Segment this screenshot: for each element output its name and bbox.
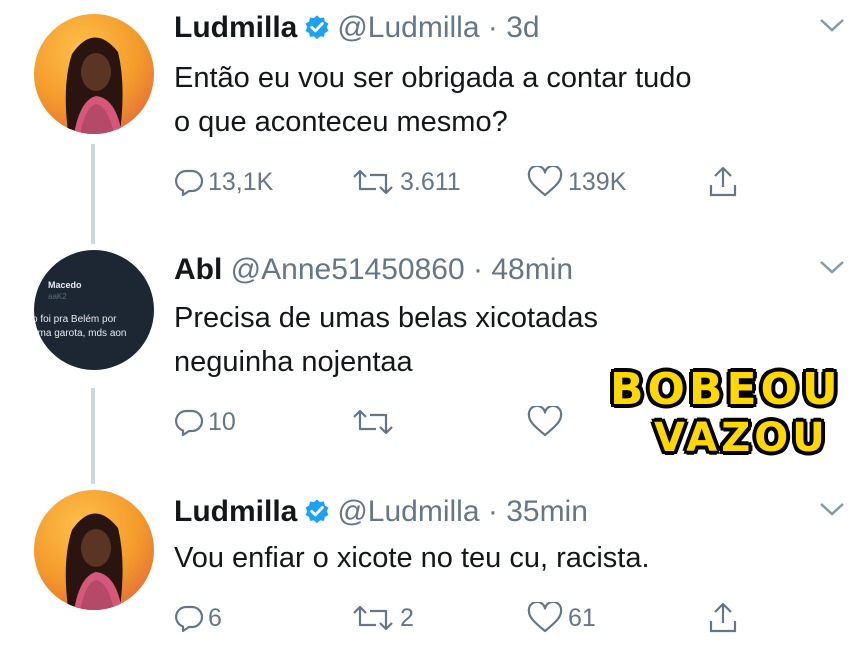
like-button[interactable]: 61 <box>526 598 596 638</box>
author-handle[interactable]: @Ludmilla <box>337 495 479 528</box>
retweet-button[interactable]: 2 <box>350 598 414 638</box>
avatar-caption: Macedo <box>48 280 82 290</box>
reply-count: 6 <box>208 603 222 632</box>
author-name[interactable]: Abl <box>174 253 222 286</box>
retweet-count: 2 <box>400 603 414 632</box>
author-name[interactable]: Ludmilla <box>174 11 297 44</box>
tweet-text-line: Precisa de umas belas xicotadas <box>174 302 598 334</box>
thread-connector <box>91 144 95 244</box>
tweet-time[interactable]: · 3d <box>488 11 540 44</box>
tweet-text-line: o que aconteceu mesmo? <box>174 106 508 138</box>
like-icon <box>526 406 568 438</box>
tweet-text-line: Vou enfiar o xicote no teu cu, racista. <box>174 542 650 574</box>
like-icon <box>526 166 568 198</box>
reply-button[interactable]: 13,1K <box>174 162 273 202</box>
avatar-ludmilla[interactable] <box>34 14 154 134</box>
stamp-line-1: BOBEOU <box>610 364 842 415</box>
reply-icon <box>174 407 208 437</box>
share-icon <box>706 165 744 199</box>
author-name[interactable]: Ludmilla <box>174 495 297 528</box>
retweet-icon <box>350 167 400 197</box>
avatar-caption: aaK2 <box>48 292 67 301</box>
avatar-abl[interactable]: Macedo aaK2 o foi pra Belém por uma garo… <box>34 250 154 370</box>
reply-icon <box>174 167 208 197</box>
like-button[interactable]: 139K <box>526 162 626 202</box>
like-button[interactable] <box>526 402 568 442</box>
tweet-time[interactable]: · 35min <box>488 495 588 528</box>
chevron-down-icon[interactable] <box>818 500 846 523</box>
retweet-icon <box>350 407 400 437</box>
tweet-3[interactable]: Ludmilla @Ludmilla · 35min Vou enfiar o x… <box>0 480 868 647</box>
tweet-1[interactable]: Ludmilla @Ludmilla · 3d Então eu vou ser … <box>0 0 868 210</box>
like-count: 139K <box>568 167 627 196</box>
share-icon <box>706 601 744 635</box>
tweet-time[interactable]: · 48min <box>473 253 573 286</box>
tweet-header: Ludmilla @Ludmilla · 3d <box>174 8 540 48</box>
tweet-text: Precisa de umas belas xicotadas neguinha… <box>174 296 598 384</box>
like-count: 61 <box>568 603 596 632</box>
chevron-down-icon[interactable] <box>818 16 846 39</box>
tweet-text-line: neguinha nojentaa <box>174 346 413 378</box>
retweet-button[interactable]: 3.611 <box>350 162 461 202</box>
retweet-button[interactable] <box>350 402 400 442</box>
reply-button[interactable]: 6 <box>174 598 222 638</box>
chevron-down-icon[interactable] <box>818 258 846 281</box>
avatar-caption: uma garota, mds aon <box>34 328 127 339</box>
tweet-header: Ludmilla @Ludmilla · 35min <box>174 492 588 532</box>
reply-icon <box>174 603 208 633</box>
share-button[interactable] <box>706 598 744 638</box>
tweet-text: Vou enfiar o xicote no teu cu, racista. <box>174 536 650 580</box>
retweet-icon <box>350 603 400 633</box>
reply-count: 10 <box>208 407 236 436</box>
stamp-line-2: VAZOU <box>654 415 829 461</box>
author-handle[interactable]: @Ludmilla <box>337 11 479 44</box>
retweet-count: 3.611 <box>400 167 461 196</box>
like-icon <box>526 602 568 634</box>
bobeou-vazou-stamp: BOBEOU VAZOU <box>602 364 868 464</box>
reply-count: 13,1K <box>208 167 274 196</box>
avatar-ludmilla[interactable] <box>34 490 154 610</box>
tweet-text-line: Então eu vou ser obrigada a contar tudo <box>174 62 692 94</box>
tweet-actions: 6 2 61 <box>174 598 774 638</box>
share-button[interactable] <box>706 162 744 202</box>
tweet-header: Abl @Anne51450860 · 48min <box>174 250 573 290</box>
tweet-actions: 13,1K 3.611 139K <box>174 162 774 202</box>
reply-button[interactable]: 10 <box>174 402 236 442</box>
verified-badge-icon <box>303 496 331 536</box>
tweet-text: Então eu vou ser obrigada a contar tudo … <box>174 56 692 144</box>
author-handle[interactable]: @Anne51450860 <box>231 253 465 286</box>
avatar-caption: o foi pra Belém por <box>34 314 117 325</box>
verified-badge-icon <box>303 12 331 52</box>
